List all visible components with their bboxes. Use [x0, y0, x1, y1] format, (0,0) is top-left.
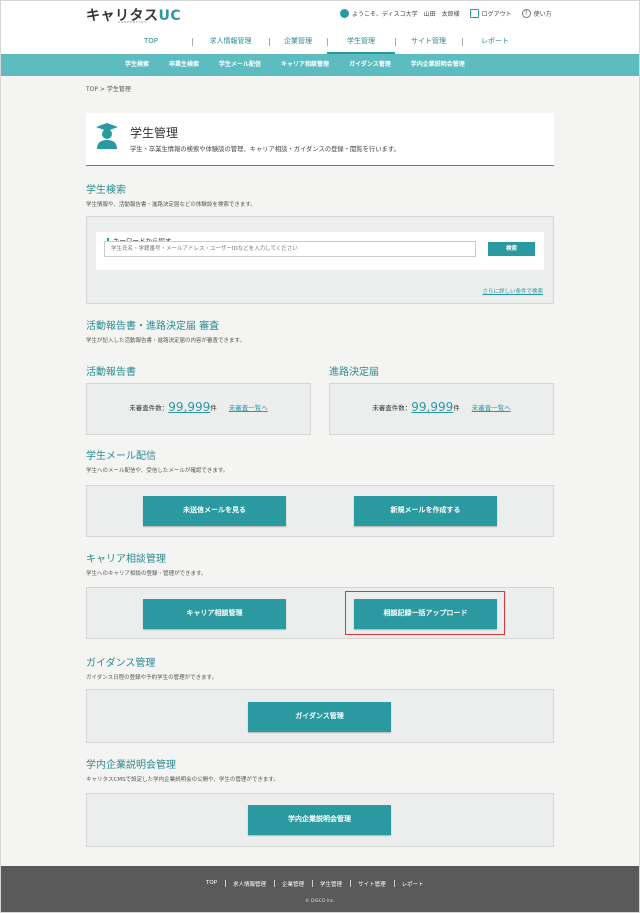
- page-frame: [0, 0, 640, 913]
